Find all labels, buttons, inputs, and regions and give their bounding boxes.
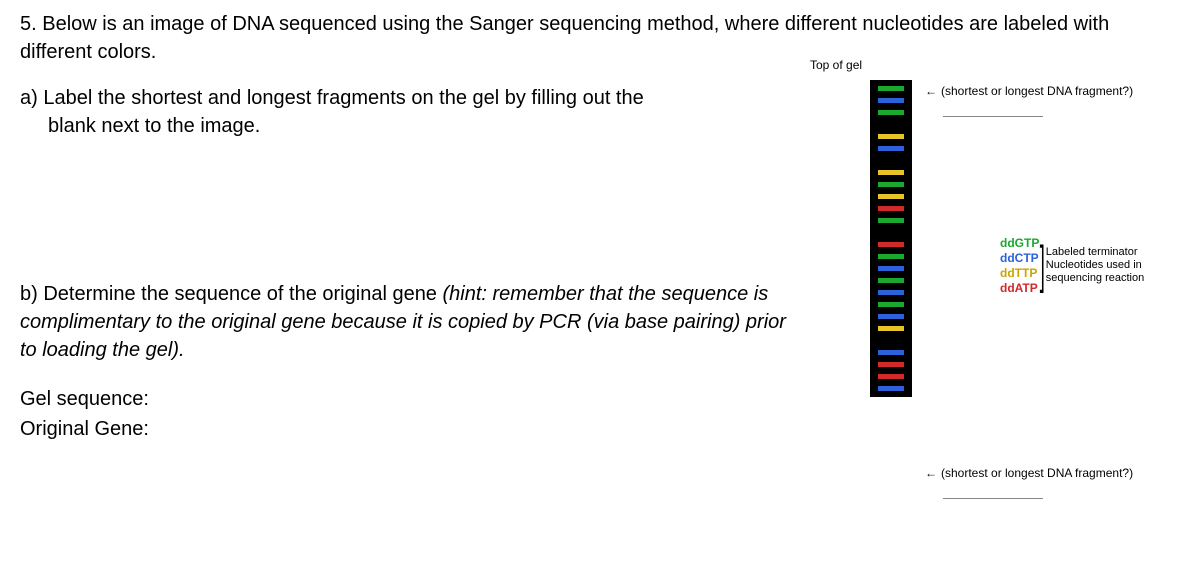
gel-sequence-label: Gel sequence: — [20, 384, 1180, 414]
gel-band — [878, 194, 904, 199]
gel-band — [878, 86, 904, 91]
nucleotide-legend: ddGTP ddCTP ddTTP ddATP ] Labeled termin… — [1000, 236, 1166, 295]
gel-band — [878, 218, 904, 223]
part-a-line2: blank next to the image. — [20, 112, 800, 140]
legend-ddctp: ddCTP — [1000, 251, 1039, 265]
legend-ddttp: ddTTP — [1000, 266, 1039, 280]
gel-band — [878, 146, 904, 151]
top-fragment-callout: ← (shortest or longest DNA fragment?) — [925, 84, 1133, 117]
gel-band — [878, 314, 904, 319]
part-b-lead: b) Determine the sequence of the origina… — [20, 283, 443, 305]
original-gene-label: Original Gene: — [20, 414, 1180, 444]
gel-band — [878, 110, 904, 115]
gel-band — [878, 302, 904, 307]
part-a-line1: a) Label the shortest and longest fragme… — [20, 87, 644, 109]
gel-band — [878, 290, 904, 295]
arrow-left-icon: ← — [925, 466, 937, 481]
arrow-left-icon: ← — [925, 84, 937, 99]
gel-band — [878, 254, 904, 259]
gel-band — [878, 242, 904, 247]
fragment-question-bottom: (shortest or longest DNA fragment?) — [941, 466, 1133, 480]
gel-band — [878, 374, 904, 379]
part-b: b) Determine the sequence of the origina… — [20, 280, 800, 364]
top-of-gel-label: Top of gel — [810, 58, 862, 72]
gel-band — [878, 350, 904, 355]
gel-band — [878, 386, 904, 391]
gel-band — [878, 134, 904, 139]
gel-band — [878, 206, 904, 211]
legend-ddatp: ddATP — [1000, 281, 1039, 295]
bottom-blank-line[interactable] — [943, 491, 1043, 499]
legend-description: Labeled terminator Nucleotides used in s… — [1046, 246, 1166, 286]
gel-band — [878, 182, 904, 187]
gel-band — [878, 362, 904, 367]
gel-band — [878, 326, 904, 331]
gel-band — [878, 266, 904, 271]
part-a: a) Label the shortest and longest fragme… — [20, 84, 800, 140]
top-blank-line[interactable] — [943, 109, 1043, 117]
legend-ddgtp: ddGTP — [1000, 236, 1039, 250]
gel-lane — [870, 80, 912, 397]
gel-band — [878, 278, 904, 283]
bottom-fragment-callout: ← (shortest or longest DNA fragment?) — [925, 466, 1133, 499]
gel-band — [878, 170, 904, 175]
fragment-question-top: (shortest or longest DNA fragment?) — [941, 84, 1133, 98]
gel-band — [878, 98, 904, 103]
question-prompt: 5. Below is an image of DNA sequenced us… — [20, 10, 1160, 66]
bracket-icon: ] — [1040, 242, 1045, 289]
